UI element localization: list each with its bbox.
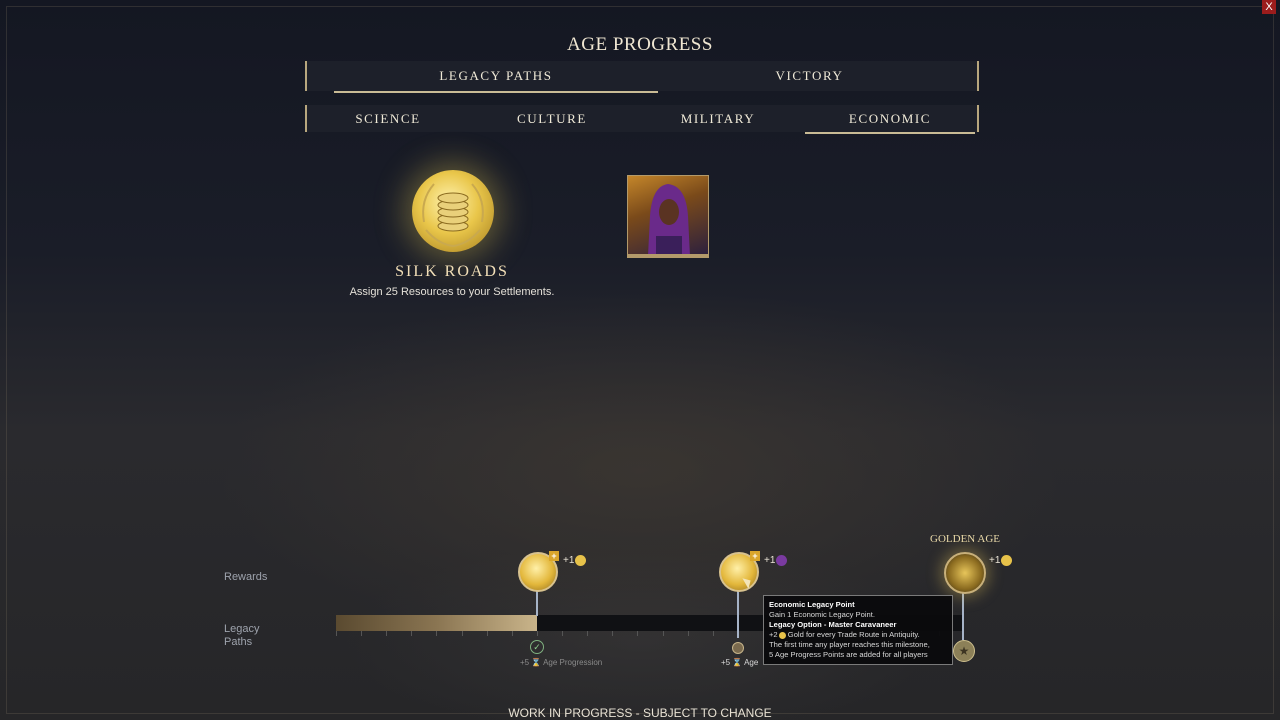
milestone-1-stem — [536, 588, 538, 616]
tab-military[interactable]: MILITARY — [635, 105, 801, 132]
close-button[interactable]: X — [1262, 0, 1276, 14]
legacy-path-description: Assign 25 Resources to your Settlements. — [349, 286, 555, 298]
tab-culture[interactable]: CULTURE — [469, 105, 635, 132]
gold-icon — [1001, 555, 1013, 566]
milestone-2-node[interactable] — [732, 642, 744, 654]
footer-notice: WORK IN PROGRESS - SUBJECT TO CHANGE — [508, 706, 772, 720]
milestone-3-reward: +1 — [989, 555, 1013, 566]
progress-tick — [361, 631, 363, 636]
progress-tick — [587, 631, 589, 636]
milestone-3-stem — [962, 590, 964, 640]
golden-age-label: GOLDEN AGE — [930, 533, 1000, 545]
progress-tick — [486, 631, 488, 636]
progress-tick — [336, 631, 337, 636]
rewards-row-label: Rewards — [224, 571, 268, 583]
progress-tick — [411, 631, 413, 636]
progress-fill — [336, 615, 537, 631]
milestone-1-reward: +1 — [563, 555, 587, 566]
main-tab-bar: LEGACY PATHS VICTORY — [305, 61, 979, 93]
progress-tick — [662, 631, 664, 636]
gold-coins-laurel-icon — [412, 170, 494, 252]
milestone-1-progression: +5 ⌛ Age Progression — [520, 658, 603, 667]
sub-tab-bar: SCIENCE CULTURE MILITARY ECONOMIC — [305, 105, 979, 134]
milestone-2-stem — [737, 588, 739, 638]
milestone-2-progression: +5 ⌛ Age — [721, 658, 759, 667]
purple-icon — [776, 555, 788, 566]
progress-tick — [562, 631, 564, 636]
gold-icon — [575, 555, 587, 566]
milestone-1-reward-icon[interactable]: + — [518, 551, 559, 592]
gold-icon — [778, 631, 786, 639]
leader-portrait-icon[interactable] — [627, 175, 709, 257]
progress-tick — [637, 631, 639, 636]
golden-age-icon[interactable] — [944, 552, 986, 594]
progress-tick — [386, 631, 388, 636]
legacy-path-title: SILK ROADS — [395, 263, 509, 280]
tab-economic[interactable]: ECONOMIC — [805, 105, 975, 134]
portrait-frame-base — [627, 254, 709, 258]
progress-tick — [436, 631, 438, 636]
milestone-3-star-icon[interactable]: ★ — [953, 640, 975, 662]
progress-tick — [461, 631, 463, 636]
tab-science[interactable]: SCIENCE — [307, 105, 469, 132]
page-title: AGE PROGRESS — [567, 34, 713, 55]
progress-tick — [612, 631, 614, 636]
milestone-1-check-icon: ✓ — [530, 640, 544, 654]
progress-tick — [712, 631, 714, 636]
legacy-paths-row-label: Legacy Paths — [224, 623, 260, 648]
tab-legacy-paths[interactable]: LEGACY PATHS — [334, 61, 658, 93]
progress-tick — [536, 631, 538, 636]
progress-tick — [687, 631, 689, 636]
milestone-tooltip: Economic Legacy Point Gain 1 Economic Le… — [763, 595, 953, 665]
milestone-2-reward: +1 — [764, 555, 788, 566]
progress-tick — [511, 631, 513, 636]
tab-victory[interactable]: VICTORY — [642, 61, 977, 91]
